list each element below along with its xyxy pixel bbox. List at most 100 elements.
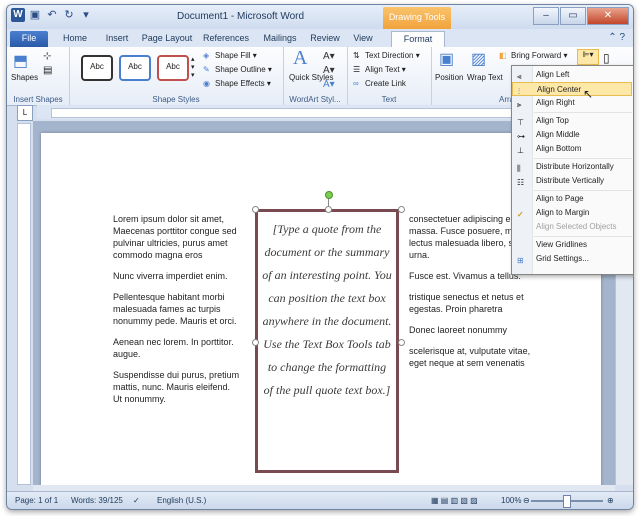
tab-view[interactable]: View bbox=[349, 31, 377, 47]
save-icon[interactable]: ▣ bbox=[28, 8, 42, 22]
resize-handle[interactable] bbox=[398, 206, 405, 213]
paragraph: Donec laoreet nonummy bbox=[409, 325, 508, 335]
menu-item-align-right[interactable]: ⫸ Align Right bbox=[512, 96, 633, 110]
paragraph: Suspendisse dui purus, pretium mattis, n… bbox=[113, 370, 240, 404]
page-count[interactable]: Page: 1 of 1 bbox=[15, 496, 58, 505]
edit-shape-icon[interactable]: ⊹ bbox=[43, 51, 51, 62]
style-swatch-red[interactable]: Abc bbox=[157, 55, 189, 81]
zoom-level[interactable]: 100% bbox=[501, 496, 521, 505]
word-logo-icon[interactable]: W bbox=[11, 8, 25, 22]
vertical-ruler[interactable] bbox=[17, 123, 31, 485]
menu-item-grid-settings[interactable]: ⊞ Grid Settings... bbox=[512, 252, 633, 266]
paragraph: Nunc viverra imperdiet enim. bbox=[113, 271, 228, 281]
zoom-out-icon[interactable]: ⊖ bbox=[523, 496, 530, 505]
shape-outline-label: Shape Outline bbox=[215, 65, 266, 75]
link-icon: ∞ bbox=[353, 79, 359, 88]
help-icon[interactable]: ⌃ ? bbox=[608, 32, 625, 43]
position-button[interactable]: Position bbox=[435, 73, 463, 82]
group-text: ⇅ Text Direction ▾ ☰ Align Text ▾ ∞ Create … bbox=[347, 47, 432, 105]
menu-item-view-gridlines[interactable]: View Gridlines bbox=[512, 238, 633, 252]
paragraph: Pellentesque habitant morbi malesuada fa… bbox=[113, 292, 237, 326]
position-icon[interactable]: ▣ bbox=[439, 49, 454, 69]
paragraph: Lorem ipsum dolor sit amet, Maecenas por… bbox=[113, 214, 237, 260]
menu-item-align-bottom[interactable]: ⊥ Align Bottom bbox=[512, 142, 633, 156]
ruler-toggle-button[interactable]: L bbox=[17, 105, 33, 121]
align-button[interactable]: ⊫▾ bbox=[577, 49, 599, 65]
group-label: Insert Shapes bbox=[13, 95, 63, 104]
shape-fill-label: Shape Fill bbox=[215, 51, 251, 61]
close-button[interactable]: ✕ bbox=[587, 7, 629, 25]
left-column: Lorem ipsum dolor sit amet, Maecenas por… bbox=[113, 213, 241, 414]
zoom-in-icon[interactable]: ⊕ bbox=[607, 496, 614, 505]
style-swatch-black[interactable]: Abc bbox=[81, 55, 113, 81]
text-outline-icon[interactable]: A▾ bbox=[323, 65, 335, 76]
tab-insert[interactable]: Insert bbox=[99, 31, 135, 47]
proofing-icon[interactable]: ✓ bbox=[133, 496, 140, 505]
more-styles-icon[interactable]: ▴ ▾ ▾ bbox=[191, 55, 195, 79]
menu-item-align-center[interactable]: ⫶ Align Center bbox=[512, 82, 632, 96]
shape-effects-button[interactable]: ◉ Shape Effects ▾ bbox=[203, 79, 271, 89]
draw-textbox-icon[interactable]: ▤ bbox=[43, 65, 52, 76]
align-middle-icon: ⊶ bbox=[517, 132, 525, 141]
title-bar: W ▣ ↶ ↻ ▾ Document1 - Microsoft Word Dra… bbox=[7, 5, 633, 29]
menu-item-align-middle[interactable]: ⊶ Align Middle bbox=[512, 128, 633, 142]
pull-quote-textbox[interactable]: [Type a quote from the document or the s… bbox=[255, 209, 399, 473]
view-buttons[interactable]: ▦ ▤ ▥ ▧ ▨ bbox=[431, 496, 478, 505]
group-shape-styles: Abc Abc Abc ▴ ▾ ▾ ◈ Shape Fill ▾ ✎ Shape Out… bbox=[69, 47, 284, 105]
customize-qat-icon[interactable]: ▾ bbox=[79, 8, 93, 22]
menu-item-align-left[interactable]: ⫷ Align Left bbox=[512, 68, 633, 82]
text-direction-label: Text Direction bbox=[365, 51, 414, 61]
group-insert-shapes: ⬒ Shapes ⊹ ▤ Insert Shapes bbox=[7, 47, 70, 105]
group-label: WordArt Styl... bbox=[289, 95, 341, 104]
bring-forward-button[interactable]: ◧ Bring Forward ▾ bbox=[499, 51, 568, 61]
menu-item-align-top[interactable]: ⊤ Align Top bbox=[512, 114, 633, 128]
tab-file[interactable]: File bbox=[10, 31, 48, 47]
redo-icon[interactable]: ↻ bbox=[62, 8, 76, 22]
tab-page-layout[interactable]: Page Layout bbox=[141, 31, 193, 47]
wrap-text-icon[interactable]: ▨ bbox=[471, 49, 486, 69]
wrap-text-button[interactable]: Wrap Text bbox=[467, 73, 503, 82]
minimize-button[interactable]: – bbox=[533, 7, 559, 25]
resize-handle[interactable] bbox=[398, 339, 405, 346]
shapes-button[interactable]: Shapes bbox=[11, 73, 38, 82]
align-text-button[interactable]: ☰ Align Text ▾ bbox=[353, 65, 406, 75]
shape-fill-button[interactable]: ◈ Shape Fill ▾ bbox=[203, 51, 257, 61]
language[interactable]: English (U.S.) bbox=[157, 496, 206, 505]
size-icon[interactable]: ▯ bbox=[603, 51, 610, 65]
bring-forward-icon: ◧ bbox=[499, 51, 507, 60]
text-fill-icon[interactable]: A▾ bbox=[323, 51, 335, 62]
maximize-button[interactable]: ▭ bbox=[560, 7, 586, 25]
shapes-icon[interactable]: ⬒ bbox=[13, 51, 28, 71]
create-link-button[interactable]: ∞ Create Link bbox=[353, 79, 406, 89]
resize-handle[interactable] bbox=[252, 339, 259, 346]
align-text-icon: ☰ bbox=[353, 65, 361, 74]
menu-item-distribute-horizontally[interactable]: ⫼ Distribute Horizontally bbox=[512, 160, 633, 174]
paragraph: scelerisque at, vulputate vitae, eget ne… bbox=[409, 346, 531, 368]
style-swatch-blue[interactable]: Abc bbox=[119, 55, 151, 81]
tab-mailings[interactable]: Mailings bbox=[259, 31, 301, 47]
menu-item-distribute-vertically[interactable]: ☷ Distribute Vertically bbox=[512, 174, 633, 188]
group-label: Text bbox=[381, 95, 397, 104]
align-top-icon: ⊤ bbox=[517, 118, 524, 127]
distribute-horizontal-icon: ⫼ bbox=[517, 164, 521, 173]
menu-item-align-to-page[interactable]: Align to Page bbox=[512, 192, 633, 206]
rotation-handle[interactable] bbox=[325, 191, 333, 199]
tab-format[interactable]: Format bbox=[391, 31, 445, 48]
word-count[interactable]: Words: 39/125 bbox=[71, 496, 123, 505]
undo-icon[interactable]: ↶ bbox=[45, 8, 59, 22]
zoom-slider-thumb[interactable] bbox=[563, 495, 571, 508]
text-effects-icon[interactable]: A▾ bbox=[323, 79, 335, 90]
horizontal-ruler[interactable] bbox=[37, 105, 537, 119]
tab-home[interactable]: Home bbox=[59, 31, 91, 47]
quick-styles-icon[interactable]: A bbox=[293, 47, 307, 70]
shape-outline-button[interactable]: ✎ Shape Outline ▾ bbox=[203, 65, 272, 75]
tab-references[interactable]: References bbox=[201, 31, 251, 47]
resize-handle[interactable] bbox=[325, 206, 332, 213]
status-bar: Page: 1 of 1 Words: 39/125 ✓ English (U.… bbox=[7, 491, 633, 509]
pen-icon: ✎ bbox=[203, 65, 210, 74]
menu-item-align-to-margin[interactable]: ✓ Align to Margin bbox=[512, 206, 633, 220]
tab-review[interactable]: Review bbox=[307, 31, 343, 47]
text-direction-button[interactable]: ⇅ Text Direction ▾ bbox=[353, 51, 420, 61]
paint-bucket-icon: ◈ bbox=[203, 51, 210, 60]
resize-handle[interactable] bbox=[252, 206, 259, 213]
